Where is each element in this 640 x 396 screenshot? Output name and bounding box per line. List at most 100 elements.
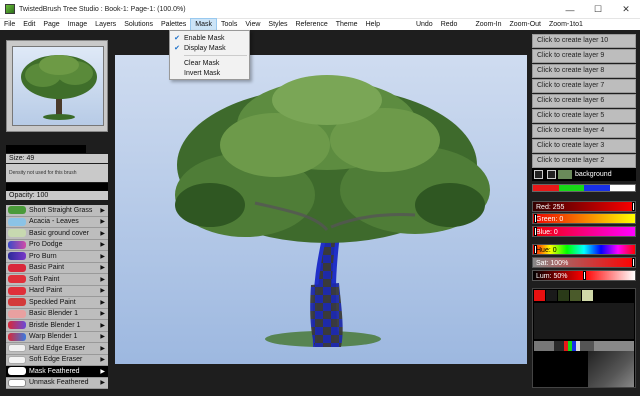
brush-item[interactable]: Hard Paint ▶ xyxy=(6,285,108,297)
slider-knob[interactable] xyxy=(632,258,635,267)
create-layer-button[interactable]: Click to create layer 5 xyxy=(532,109,636,123)
size-label[interactable]: Size: 49 xyxy=(6,154,108,163)
close-button[interactable]: ✕ xyxy=(612,0,640,19)
brush-item[interactable]: Warp Blender 1 ▶ xyxy=(6,331,108,343)
create-layer-button[interactable]: Click to create layer 9 xyxy=(532,49,636,63)
palette-swatch[interactable] xyxy=(546,290,557,301)
visibility-eye-icon[interactable] xyxy=(534,170,543,179)
menu-view[interactable]: View xyxy=(241,19,264,30)
brush-item[interactable]: Unmask Feathered ▶ xyxy=(6,377,108,389)
slider-knob[interactable] xyxy=(534,245,537,254)
menu-theme[interactable]: Theme xyxy=(332,19,362,30)
brush-arrow-icon[interactable]: ▶ xyxy=(100,253,105,260)
palette-swatch[interactable] xyxy=(570,290,581,301)
brush-arrow-icon[interactable]: ▶ xyxy=(100,322,105,329)
menu-palettes[interactable]: Palettes xyxy=(157,19,190,30)
create-layer-button[interactable]: Click to create layer 4 xyxy=(532,124,636,138)
maximize-button[interactable]: ☐ xyxy=(584,0,612,19)
menu-image[interactable]: Image xyxy=(64,19,91,30)
create-layer-button[interactable]: Click to create layer 10 xyxy=(532,34,636,48)
brush-arrow-icon[interactable]: ▶ xyxy=(100,276,105,283)
green-slider[interactable]: Green: 0 xyxy=(532,213,636,224)
sat-slider[interactable]: Sat: 100% xyxy=(532,257,636,268)
create-layer-button[interactable]: Click to create layer 2 xyxy=(532,154,636,168)
menu-reference[interactable]: Reference xyxy=(291,19,331,30)
slider-knob[interactable] xyxy=(534,214,537,223)
menu-tools[interactable]: Tools xyxy=(217,19,241,30)
palette-swatch[interactable] xyxy=(582,290,593,301)
menu-item-invert-mask[interactable]: Invert Mask xyxy=(170,68,249,78)
brush-arrow-icon[interactable]: ▶ xyxy=(100,218,105,225)
swatch-white[interactable] xyxy=(609,185,635,191)
palette-swatch[interactable] xyxy=(558,290,569,301)
palette-mix-area[interactable] xyxy=(534,303,634,339)
painting-canvas[interactable] xyxy=(115,55,527,364)
background-layer[interactable]: background xyxy=(532,168,636,181)
swatch-green[interactable] xyxy=(558,185,584,191)
brush-arrow-icon[interactable]: ▶ xyxy=(100,287,105,294)
brush-item[interactable]: Soft Edge Eraser ▶ xyxy=(6,354,108,366)
swatch-blue[interactable] xyxy=(584,185,610,191)
slider-knob[interactable] xyxy=(583,271,586,280)
brush-arrow-icon[interactable]: ▶ xyxy=(100,299,105,306)
brush-arrow-icon[interactable]: ▶ xyxy=(100,333,105,340)
brush-item[interactable]: Acacia - Leaves ▶ xyxy=(6,216,108,228)
undo-button[interactable]: Undo xyxy=(412,19,437,30)
create-layer-button[interactable]: Click to create layer 8 xyxy=(532,64,636,78)
page-thumbnail[interactable] xyxy=(6,40,108,132)
brush-item[interactable]: Soft Paint ▶ xyxy=(6,274,108,286)
create-layer-button[interactable]: Click to create layer 7 xyxy=(532,79,636,93)
brush-arrow-icon[interactable]: ▶ xyxy=(100,345,105,352)
brush-item[interactable]: Pro Dodge ▶ xyxy=(6,239,108,251)
brush-arrow-icon[interactable]: ▶ xyxy=(100,368,105,375)
brush-item[interactable]: Basic ground cover ▶ xyxy=(6,228,108,240)
brush-item[interactable]: Speckled Paint ▶ xyxy=(6,297,108,309)
menu-item-display-mask[interactable]: ✔ Display Mask xyxy=(170,43,249,53)
blue-slider[interactable]: Blue: 0 xyxy=(532,226,636,237)
brush-item[interactable]: Short Straight Grass ▶ xyxy=(6,205,108,217)
create-layer-button[interactable]: Click to create layer 3 xyxy=(532,139,636,153)
brush-arrow-icon[interactable]: ▶ xyxy=(100,379,105,386)
brush-arrow-icon[interactable]: ▶ xyxy=(100,264,105,271)
brush-arrow-icon[interactable]: ▶ xyxy=(100,207,105,214)
opacity-label[interactable]: Opacity: 100 xyxy=(6,191,108,200)
brush-item-selected[interactable]: Mask Feathered ▶ xyxy=(6,366,108,378)
menu-edit[interactable]: Edit xyxy=(19,19,39,30)
color-palette[interactable] xyxy=(532,288,636,388)
palette-swatch[interactable] xyxy=(534,290,545,301)
brush-arrow-icon[interactable]: ▶ xyxy=(100,310,105,317)
brush-arrow-icon[interactable]: ▶ xyxy=(100,230,105,237)
brush-item[interactable]: Basic Paint ▶ xyxy=(6,262,108,274)
size-bar[interactable] xyxy=(6,145,86,153)
redo-button[interactable]: Redo xyxy=(437,19,462,30)
zoom-1to1-button[interactable]: Zoom-1to1 xyxy=(545,19,587,30)
lum-slider[interactable]: Lum: 50% xyxy=(532,270,636,281)
brush-arrow-icon[interactable]: ▶ xyxy=(100,241,105,248)
brush-arrow-icon[interactable]: ▶ xyxy=(100,356,105,363)
minimize-button[interactable]: — xyxy=(556,0,584,19)
create-layer-button[interactable]: Click to create layer 6 xyxy=(532,94,636,108)
menu-styles[interactable]: Styles xyxy=(264,19,291,30)
red-slider[interactable]: Red: 255 xyxy=(532,201,636,212)
brush-item[interactable]: Hard Edge Eraser ▶ xyxy=(6,343,108,355)
menu-item-enable-mask[interactable]: ✔ Enable Mask xyxy=(170,33,249,43)
swatch-red[interactable] xyxy=(533,185,559,191)
slider-knob[interactable] xyxy=(534,227,537,236)
hue-slider[interactable]: Hue: 0 xyxy=(532,244,636,255)
brush-swatch-icon xyxy=(8,252,26,261)
menu-file[interactable]: File xyxy=(0,19,19,30)
zoom-in-button[interactable]: Zoom-In xyxy=(471,19,505,30)
palette-strip[interactable] xyxy=(534,341,634,351)
brush-item[interactable]: Basic Blender 1 ▶ xyxy=(6,308,108,320)
brush-item[interactable]: Pro Burn ▶ xyxy=(6,251,108,263)
lock-icon[interactable] xyxy=(547,170,556,179)
menu-layers[interactable]: Layers xyxy=(91,19,120,30)
menu-solutions[interactable]: Solutions xyxy=(120,19,157,30)
menu-item-clear-mask[interactable]: Clear Mask xyxy=(170,58,249,68)
menu-page[interactable]: Page xyxy=(39,19,63,30)
slider-knob[interactable] xyxy=(632,202,635,211)
opacity-bar[interactable] xyxy=(6,183,108,191)
brush-item[interactable]: Bristle Blender 1 ▶ xyxy=(6,320,108,332)
menu-help[interactable]: Help xyxy=(362,19,384,30)
zoom-out-button[interactable]: Zoom-Out xyxy=(506,19,546,30)
